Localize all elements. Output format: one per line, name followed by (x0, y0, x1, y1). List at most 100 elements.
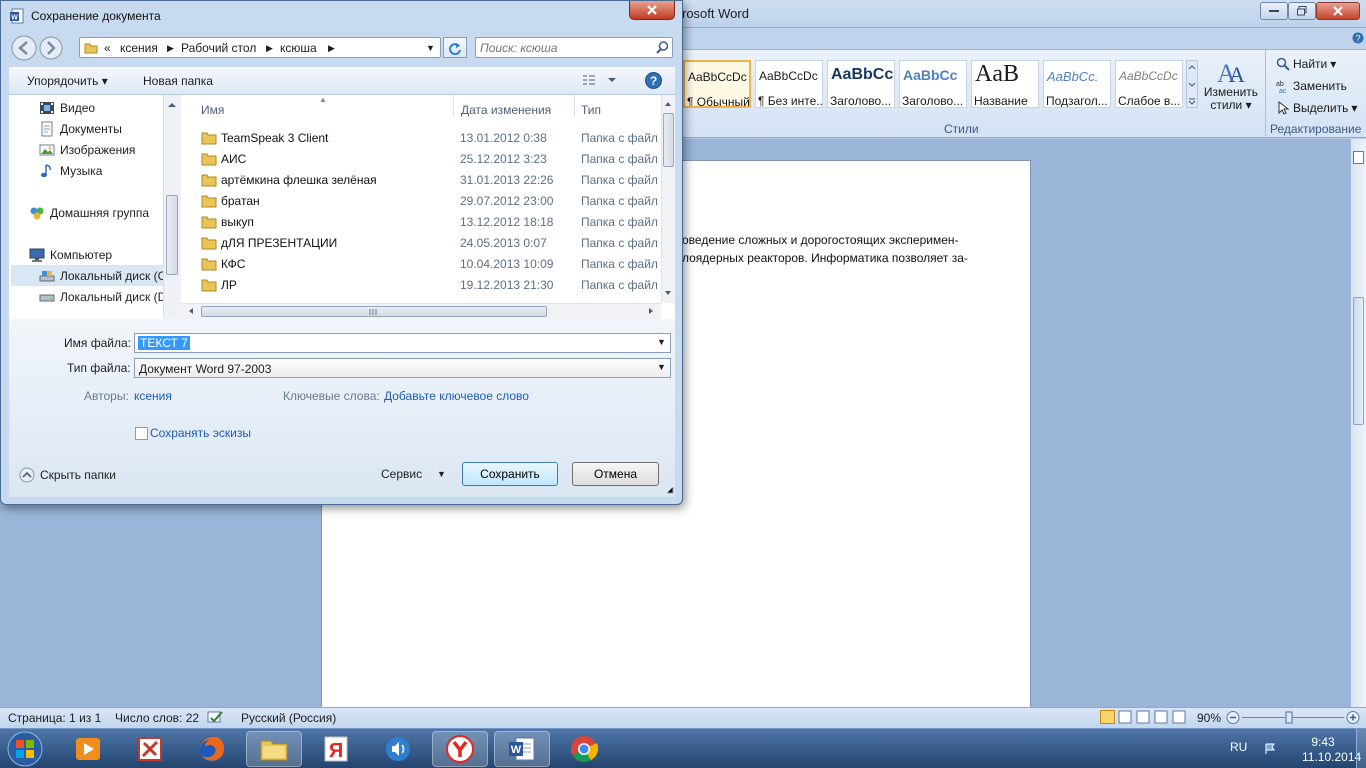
breadcrumb-separator-icon[interactable]: ▶ (266, 43, 273, 54)
select-button[interactable]: Выделить ▾ (1276, 101, 1357, 115)
breadcrumb-separator-icon[interactable]: ▶ (328, 43, 335, 54)
file-date: 13.01.2012 0:38 (460, 131, 547, 145)
scrollbar-thumb[interactable] (166, 195, 178, 275)
nav-item-drive-c[interactable]: Локальный диск (C (11, 265, 169, 286)
breadcrumb-item[interactable]: Рабочий стол (181, 41, 256, 55)
breadcrumb-separator-icon[interactable]: ▶ (167, 43, 174, 54)
find-icon (1276, 57, 1290, 71)
file-list-horizontal-scrollbar[interactable] (181, 303, 661, 319)
word-minimize-button[interactable] (1260, 2, 1288, 20)
scrollbar-thumb[interactable] (201, 306, 547, 317)
find-button[interactable]: Найти ▾ (1276, 57, 1336, 71)
styles-gallery-scroll[interactable] (1186, 60, 1198, 108)
style-no-spacing-tile[interactable]: AaBbCcDc ¶ Без инте... (755, 60, 823, 108)
file-list-vertical-scrollbar[interactable] (661, 95, 675, 303)
show-desktop-button[interactable] (1356, 729, 1366, 768)
status-language[interactable]: Русский (Россия) (241, 711, 336, 725)
taskbar-yandex[interactable]: Я (308, 731, 364, 767)
style-subtitle-tile[interactable]: AaBbCc. Подзагол... (1043, 60, 1111, 108)
style-normal-tile[interactable]: AaBbCcDc ¶ Обычный (683, 60, 751, 108)
taskbar-audio[interactable] (370, 731, 426, 767)
breadcrumb-overflow[interactable]: « (104, 41, 111, 55)
forward-button[interactable] (39, 36, 63, 60)
tray-clock[interactable]: 9:43 11.10.2014 (1302, 735, 1361, 765)
file-row[interactable]: дЛЯ ПРЕЗЕНТАЦИИ 24.05.2013 0:07 Папка с фа… (201, 233, 661, 254)
svg-text:ac: ac (1279, 88, 1287, 93)
status-word-count[interactable]: Число слов: 22 (115, 711, 199, 725)
search-box[interactable] (475, 37, 673, 58)
file-name: АИС (221, 152, 247, 166)
save-button[interactable]: Сохранить (462, 462, 558, 486)
file-row[interactable]: ЛР 19.12.2013 21:30 Папка с файл (201, 275, 661, 296)
word-close-button[interactable] (1316, 2, 1360, 20)
search-input[interactable] (480, 40, 650, 55)
proofing-icon[interactable] (207, 710, 225, 724)
hide-folders-button[interactable]: Скрыть папки (19, 467, 116, 483)
refresh-button[interactable] (443, 37, 467, 58)
style-name: ¶ Обычный (687, 95, 750, 108)
file-row[interactable]: TeamSpeak 3 Client 13.01.2012 0:38 Папка с… (201, 128, 661, 149)
new-folder-button[interactable]: Новая папка (143, 74, 213, 88)
breadcrumb-item[interactable]: ксюша (280, 41, 317, 55)
taskbar-firefox[interactable] (184, 731, 240, 767)
cancel-button[interactable]: Отмена (572, 462, 659, 486)
view-modes-icon[interactable] (1100, 710, 1190, 724)
start-button[interactable] (4, 730, 46, 768)
navigation-pane-scrollbar[interactable] (163, 95, 181, 319)
view-options-button[interactable] (583, 74, 619, 86)
dialog-close-button[interactable] (629, 1, 675, 20)
taskbar-explorer[interactable] (246, 731, 302, 767)
help-icon[interactable]: ? (645, 72, 662, 89)
nav-item-label: Локальный диск (C (60, 268, 167, 283)
style-heading1-tile[interactable]: AaBbCc Заголово... (827, 60, 895, 108)
chevron-up-circle-icon (19, 467, 35, 483)
taskbar-app-red[interactable] (122, 731, 178, 767)
taskbar-media-player[interactable] (60, 731, 116, 767)
file-row[interactable]: выкуп 13.12.2012 18:18 Папка с файл (201, 212, 661, 233)
chevron-down-icon[interactable]: ▼ (657, 337, 666, 347)
filename-field[interactable]: ТЕКСТ 7 ▼ (134, 333, 671, 353)
save-thumbnails-label[interactable]: Сохранять эскизы (150, 426, 251, 440)
scrollbar-thumb[interactable] (663, 113, 674, 167)
status-page[interactable]: Страница: 1 из 1 (8, 711, 101, 725)
replace-button[interactable]: ab ac Заменить (1276, 79, 1347, 93)
taskbar-yandex-browser[interactable] (432, 731, 488, 767)
style-title-tile[interactable]: AaB Название (971, 60, 1039, 108)
file-row[interactable]: АИС 25.12.2012 3:23 Папка с файл (201, 149, 661, 170)
scrollbar-thumb[interactable] (1353, 297, 1364, 425)
status-zoom[interactable]: 90% (1197, 711, 1221, 725)
save-thumbnails-checkbox[interactable] (135, 427, 148, 440)
file-date: 13.12.2012 18:18 (460, 215, 554, 229)
filename-input[interactable]: ТЕКСТ 7 (138, 336, 190, 350)
back-button[interactable] (11, 35, 37, 61)
file-row[interactable]: артёмкина флешка зелёная 31.01.2013 22:26… (201, 170, 661, 191)
ruler-toggle-icon[interactable] (1353, 151, 1364, 167)
zoom-slider[interactable] (1226, 710, 1361, 725)
style-sample: AaBbCcDc (688, 70, 747, 84)
breadcrumb-item[interactable]: ксения (120, 41, 158, 55)
keywords-value[interactable]: Добавьте ключевое слово (384, 389, 529, 403)
taskbar-word[interactable]: W (494, 731, 550, 767)
authors-value[interactable]: ксения (134, 389, 172, 403)
search-icon[interactable] (656, 41, 669, 54)
change-styles-button[interactable]: AA Изменить стили ▾ (1202, 56, 1260, 120)
tools-button[interactable]: Сервис (381, 467, 422, 481)
style-heading2-tile[interactable]: AaBbCc Заголово... (899, 60, 967, 108)
address-bar[interactable]: « ксения ▶ Рабочий стол ▶ ксюша ▶ ▼ (79, 37, 441, 58)
resize-grip-icon[interactable] (665, 485, 674, 494)
word-maximize-button[interactable] (1288, 2, 1316, 20)
help-icon[interactable]: ? (1352, 32, 1364, 44)
style-subtle-emphasis-tile[interactable]: AaBbCcDc Слабое в... (1115, 60, 1183, 108)
file-row[interactable]: КФС 10.04.2013 10:09 Папка с файл (201, 254, 661, 275)
word-statusbar: Страница: 1 из 1 Число слов: 22 Русский … (0, 707, 1366, 728)
filetype-select[interactable]: Документ Word 97-2003 ▼ (134, 358, 671, 378)
tray-flag-icon[interactable] (1264, 743, 1276, 755)
taskbar-chrome[interactable] (556, 731, 612, 767)
document-vertical-scrollbar[interactable] (1350, 139, 1366, 707)
file-row[interactable]: братан 29.07.2012 23:00 Папка с файл (201, 191, 661, 212)
tray-language[interactable]: RU (1230, 740, 1247, 754)
chevron-down-icon[interactable]: ▼ (426, 43, 435, 53)
organize-button[interactable]: Упорядочить ▾ (27, 74, 108, 88)
chevron-down-icon[interactable]: ▼ (437, 469, 446, 479)
chevron-down-icon[interactable]: ▼ (657, 362, 666, 372)
